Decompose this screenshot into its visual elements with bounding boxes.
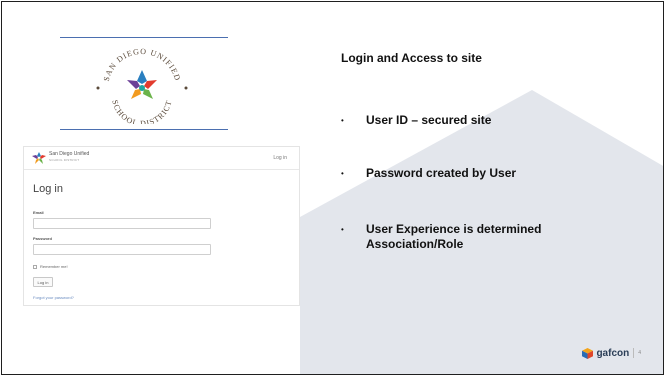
svg-text:SCHOOL DISTRICT: SCHOOL DISTRICT bbox=[110, 99, 173, 124]
bullet-icon: • bbox=[341, 225, 344, 234]
remember-me-label: Remember me! bbox=[40, 264, 68, 269]
login-page-screenshot: San Diego Unified SCHOOL DISTRICT Log in… bbox=[23, 146, 300, 306]
email-field[interactable] bbox=[33, 218, 211, 229]
login-title: Log in bbox=[33, 183, 63, 195]
logo-divider-bottom bbox=[60, 129, 228, 130]
bullet-icon: • bbox=[341, 169, 344, 178]
bullet-text: User ID – secured site bbox=[366, 113, 492, 127]
forgot-password-link[interactable]: Forgot your password? bbox=[33, 295, 74, 300]
page-number: 4 bbox=[638, 350, 641, 356]
gafcon-cube-icon bbox=[582, 347, 594, 359]
brand-star-icon bbox=[32, 152, 46, 164]
email-label: Email bbox=[33, 210, 44, 215]
footer-brand: gafcon 4 bbox=[582, 346, 641, 360]
footer-divider bbox=[633, 348, 635, 358]
bullet-text-line1: User Experience is determined bbox=[366, 222, 542, 236]
remember-me-checkbox[interactable] bbox=[33, 265, 37, 269]
bullet-icon: • bbox=[341, 116, 344, 125]
bullet-text-line2: Association/Role bbox=[366, 237, 464, 251]
gafcon-logo-text: gafcon bbox=[596, 347, 630, 359]
brand-subtitle: SCHOOL DISTRICT bbox=[49, 158, 80, 162]
login-submit-button[interactable]: Log in bbox=[33, 277, 53, 287]
district-logo: SAN DIEGO UNIFIED SCHOOL DISTRICT bbox=[62, 42, 222, 128]
district-seal-icon: SAN DIEGO UNIFIED SCHOOL DISTRICT bbox=[96, 47, 188, 128]
login-header: San Diego Unified SCHOOL DISTRICT Log in bbox=[24, 147, 299, 170]
slide: SAN DIEGO UNIFIED SCHOOL DISTRICT San Di… bbox=[1, 1, 664, 375]
password-label: Password bbox=[33, 236, 52, 241]
brand-name: San Diego Unified bbox=[49, 151, 90, 157]
header-login-link[interactable]: Log in bbox=[273, 155, 287, 161]
password-field[interactable] bbox=[33, 244, 211, 255]
slide-heading: Login and Access to site bbox=[341, 51, 482, 65]
bullet-text: Password created by User bbox=[366, 166, 517, 180]
logo-divider-top bbox=[60, 37, 228, 38]
